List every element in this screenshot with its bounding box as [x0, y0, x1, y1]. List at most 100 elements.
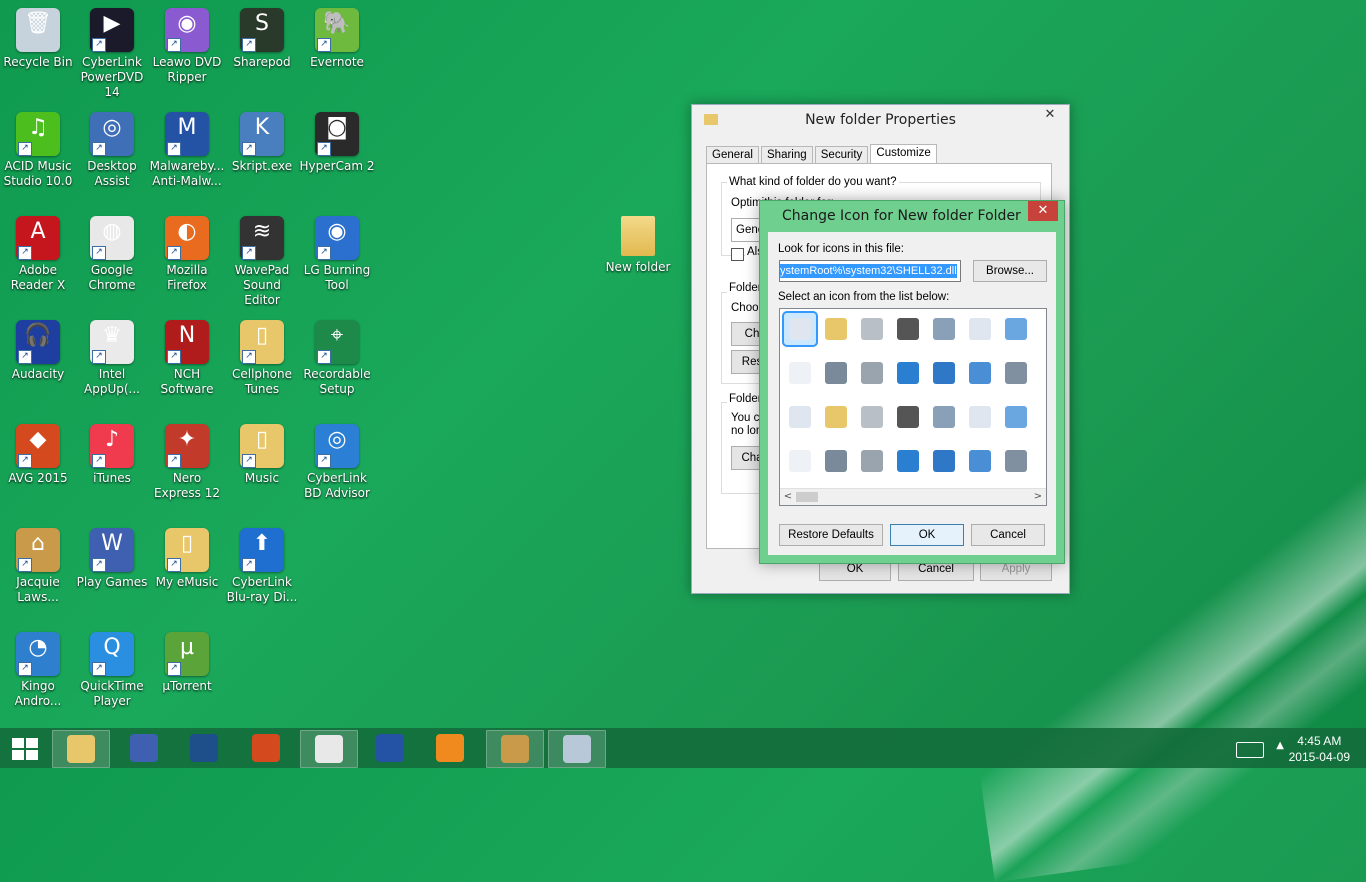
scroll-left-icon[interactable]: <: [780, 489, 796, 505]
browse-button[interactable]: Browse...: [973, 260, 1047, 282]
taskbar-player[interactable]: [422, 730, 478, 766]
desktop-icon[interactable]: ♪ ↗ iTunes: [74, 416, 150, 486]
restore-defaults-button[interactable]: Restore Defaults: [779, 524, 883, 546]
desktop-icon[interactable]: ♛ ↗ Intel AppUp(...: [74, 312, 150, 397]
device-icon[interactable]: [1000, 357, 1032, 389]
monitor-desktop-icon[interactable]: [964, 357, 996, 389]
tab-security[interactable]: Security: [814, 146, 869, 163]
desktop-icon[interactable]: ♫ ↗ ACID Music Studio 10.0: [0, 104, 76, 189]
show-hidden-icons-icon[interactable]: ▲: [1276, 740, 1284, 751]
icon-file-path-input[interactable]: ystemRoot%\system32\SHELL32.dll: [779, 260, 961, 282]
taskbar-avg[interactable]: [238, 730, 294, 766]
shortcut-arrow-icon: ↗: [242, 350, 256, 364]
floppy-icon[interactable]: [820, 401, 852, 433]
globe-icon[interactable]: [892, 357, 924, 389]
change-icon-title[interactable]: Change Icon for New folder Folder: [760, 201, 1064, 231]
scroll-thumb[interactable]: [796, 492, 818, 502]
desktop-icon[interactable]: 🐘 ↗ Evernote: [299, 0, 375, 70]
webshots-w-icon: [130, 734, 158, 762]
desktop-icon[interactable]: ⌖ ↗ Recordable Setup: [299, 312, 375, 397]
window-icon[interactable]: [784, 401, 816, 433]
ok-button[interactable]: OK: [890, 524, 964, 546]
desktop-icon[interactable]: M ↗ Malwareby... Anti-Malw...: [149, 104, 225, 189]
keyboard-icon[interactable]: [1236, 742, 1264, 758]
desktop-icon[interactable]: 🎧 ↗ Audacity: [0, 312, 76, 382]
close-icon[interactable]: ✕: [1035, 105, 1065, 125]
desktop-new-folder[interactable]: New folder: [600, 214, 676, 274]
desktop-icon[interactable]: ◎ ↗ CyberLink BD Advisor: [299, 416, 375, 501]
desktop-icon[interactable]: ◍ ↗ Google Chrome: [74, 208, 150, 293]
icon-list[interactable]: < >: [779, 308, 1047, 506]
computer-icon[interactable]: [892, 445, 924, 477]
desktop-icon[interactable]: ◉ ↗ LG Burning Tool: [299, 208, 375, 293]
desktop-icon[interactable]: ▯ ↗ Cellphone Tunes: [224, 312, 300, 397]
taskbar-media-player[interactable]: [176, 730, 232, 766]
taskbar-webshots-w[interactable]: [116, 730, 172, 766]
drive-icon[interactable]: [856, 313, 888, 345]
desktop-icon[interactable]: Q ↗ QuickTime Player: [74, 624, 150, 709]
desktop-icon-label: Desktop Assist: [87, 159, 137, 188]
desktop-icon[interactable]: K ↗ Skript.exe: [224, 104, 300, 174]
app-icon: ♫ ↗: [16, 112, 60, 156]
desktop-icon[interactable]: ✦ ↗ Nero Express 12: [149, 416, 225, 501]
desktop-icon[interactable]: ◆ ↗ AVG 2015: [0, 416, 76, 486]
help-icon[interactable]: [964, 445, 996, 477]
network-drive-icon[interactable]: [820, 357, 852, 389]
desktop-icon[interactable]: µ ↗ µTorrent: [149, 624, 225, 694]
back-arrow-icon[interactable]: [1000, 401, 1032, 433]
search-icon[interactable]: [964, 401, 996, 433]
memory-chip-icon[interactable]: [892, 313, 924, 345]
close-icon[interactable]: ✕: [1028, 201, 1058, 221]
cd-drive-icon[interactable]: [856, 445, 888, 477]
scroll-right-icon[interactable]: >: [1030, 489, 1046, 505]
desktop-icon[interactable]: W ↗ Play Games: [74, 520, 150, 590]
desktop-icon[interactable]: ◐ ↗ Mozilla Firefox: [149, 208, 225, 293]
desktop-icon[interactable]: 🗑 Recycle Bin: [0, 0, 76, 70]
globe-mouse-icon[interactable]: [892, 401, 924, 433]
desktop-icon[interactable]: ◔ ↗ Kingo Andro...: [0, 624, 76, 709]
desktop-icon[interactable]: S ↗ Sharepod: [224, 0, 300, 70]
start-icon[interactable]: [12, 738, 38, 760]
taskbar-bank[interactable]: [486, 730, 544, 768]
app-glyph: ⌂: [31, 531, 45, 556]
text-document-icon[interactable]: [784, 357, 816, 389]
taskbar-malwarebytes[interactable]: [362, 730, 418, 766]
tab-customize[interactable]: Customize: [870, 144, 937, 164]
printer-icon[interactable]: [928, 313, 960, 345]
desktop-icon[interactable]: ▯ ↗ Music: [224, 416, 300, 486]
tab-general[interactable]: General: [706, 146, 759, 163]
cancel-button[interactable]: Cancel: [971, 524, 1045, 546]
folder-icon[interactable]: [784, 445, 816, 477]
desktop-icon[interactable]: ≋ ↗ WavePad Sound Editor: [224, 208, 300, 308]
clock-document-icon[interactable]: [964, 313, 996, 345]
power-icon[interactable]: [1000, 445, 1032, 477]
taskbar-file-explorer[interactable]: [52, 730, 110, 768]
desktop-icon[interactable]: ◙ ↗ HyperCam 2: [299, 104, 375, 174]
clock[interactable]: 4:45 AM 2015-04-09: [1289, 733, 1350, 765]
server-icon[interactable]: [856, 357, 888, 389]
desktop-icon[interactable]: ⌂ ↗ Jacquie Laws...: [0, 520, 76, 605]
desktop-icon[interactable]: ◎ ↗ Desktop Assist: [74, 104, 150, 189]
desktop-icon[interactable]: ▶ ↗ CyberLink PowerDVD 14: [74, 0, 150, 100]
properties-title-bar[interactable]: New folder Properties ✕: [692, 105, 1069, 135]
folder-icon[interactable]: [820, 313, 852, 345]
calculator-icon[interactable]: [928, 445, 960, 477]
desktop-icon[interactable]: ◉ ↗ Leawo DVD Ripper: [149, 0, 225, 85]
shortcut-arrow-icon: ↗: [242, 38, 256, 52]
tab-sharing[interactable]: Sharing: [761, 146, 813, 163]
desktop-icon[interactable]: ▯ ↗ My eMusic: [149, 520, 225, 590]
desktop-icon[interactable]: ⬆ ↗ CyberLink Blu-ray Di...: [224, 520, 300, 605]
taskbar-chrome[interactable]: [300, 730, 358, 768]
desktop-icon[interactable]: N ↗ NCH Software: [149, 312, 225, 397]
horizontal-scrollbar[interactable]: < >: [780, 488, 1046, 505]
flat-drive-icon[interactable]: [820, 445, 852, 477]
also-apply-checkbox[interactable]: [731, 248, 744, 261]
desktop-icon[interactable]: A ↗ Adobe Reader X: [0, 208, 76, 293]
drive-x-icon[interactable]: [856, 401, 888, 433]
window-app-icon[interactable]: [1000, 313, 1032, 345]
network-globe-icon[interactable]: [928, 357, 960, 389]
taskbar-paint[interactable]: [548, 730, 606, 768]
network-icon[interactable]: [928, 401, 960, 433]
icon-graphic: [861, 450, 883, 472]
blank-document-icon[interactable]: [782, 311, 818, 347]
